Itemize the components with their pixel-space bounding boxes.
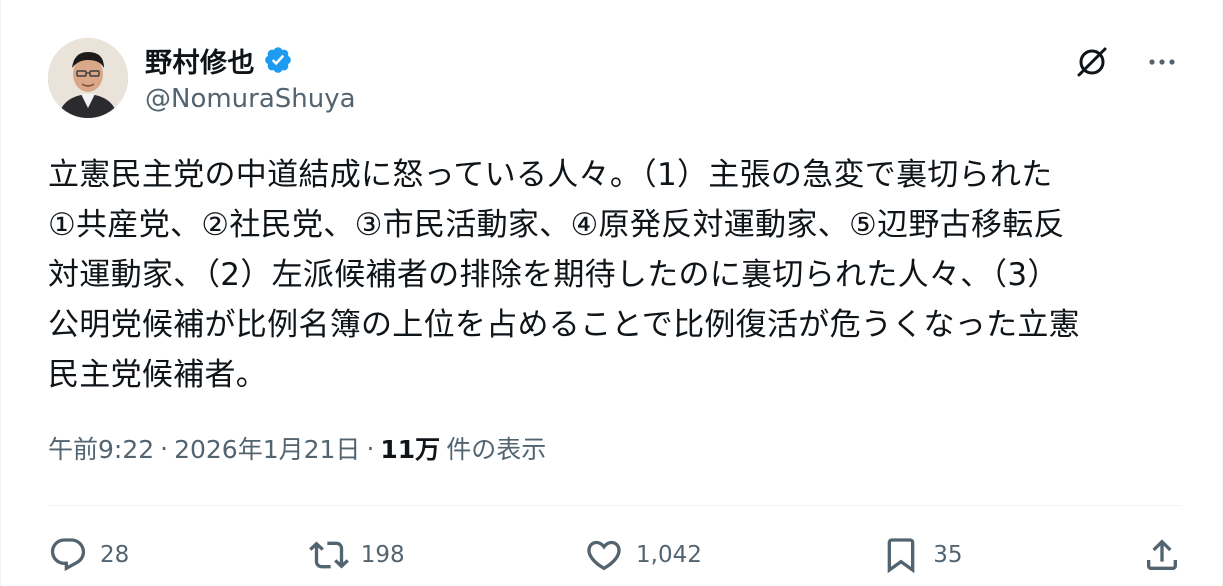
like-count: 1,042: [636, 542, 702, 568]
share-button[interactable]: [1142, 535, 1182, 575]
tweet-meta: 午前9:22 · 2026年1月21日 · 11万 件の表示: [48, 430, 546, 466]
verified-badge-icon[interactable]: [263, 45, 293, 75]
engagement-bar: 28 198 1,042 35: [48, 527, 1182, 583]
like-button[interactable]: 1,042: [584, 535, 702, 575]
tweet-text: 立憲民主党の中道結成に怒っている人々。（1）主張の急変で裏切られた ①共産党、②…: [48, 157, 1080, 393]
grok-icon[interactable]: [1072, 42, 1112, 82]
views-label: 件の表示: [446, 435, 547, 464]
tweet-card: 野村修也 @NomuraShuya 立憲民主党の中道結成に怒っている人々。（1）…: [0, 0, 1223, 586]
header-actions: [1072, 42, 1182, 82]
more-icon[interactable]: [1142, 42, 1182, 82]
meta-separator: ·: [160, 433, 169, 463]
reply-count: 28: [100, 542, 130, 568]
reply-button[interactable]: 28: [48, 535, 129, 575]
views-count[interactable]: 11万: [380, 430, 440, 466]
bookmark-icon: [887, 538, 915, 574]
share-icon: [1146, 539, 1177, 570]
reply-icon: [50, 538, 86, 572]
meta-separator: ·: [366, 433, 375, 463]
avatar-image: [48, 38, 128, 118]
handle[interactable]: @NomuraShuya: [145, 84, 356, 114]
name-row: 野村修也: [145, 41, 356, 80]
author-info: 野村修也 @NomuraShuya: [145, 42, 356, 114]
repost-icon: [308, 541, 349, 569]
tweet-header: 野村修也 @NomuraShuya: [48, 38, 1182, 122]
repost-count: 198: [360, 542, 405, 568]
tweet-date[interactable]: 2026年1月21日: [174, 430, 360, 466]
divider: [48, 505, 1182, 506]
repost-button[interactable]: 198: [308, 535, 405, 575]
tweet-time[interactable]: 午前9:22: [48, 430, 154, 466]
like-icon: [587, 540, 621, 571]
display-name[interactable]: 野村修也: [145, 41, 255, 80]
bookmark-count: 35: [933, 542, 963, 568]
bookmark-button[interactable]: 35: [881, 535, 963, 575]
avatar[interactable]: [48, 38, 128, 118]
